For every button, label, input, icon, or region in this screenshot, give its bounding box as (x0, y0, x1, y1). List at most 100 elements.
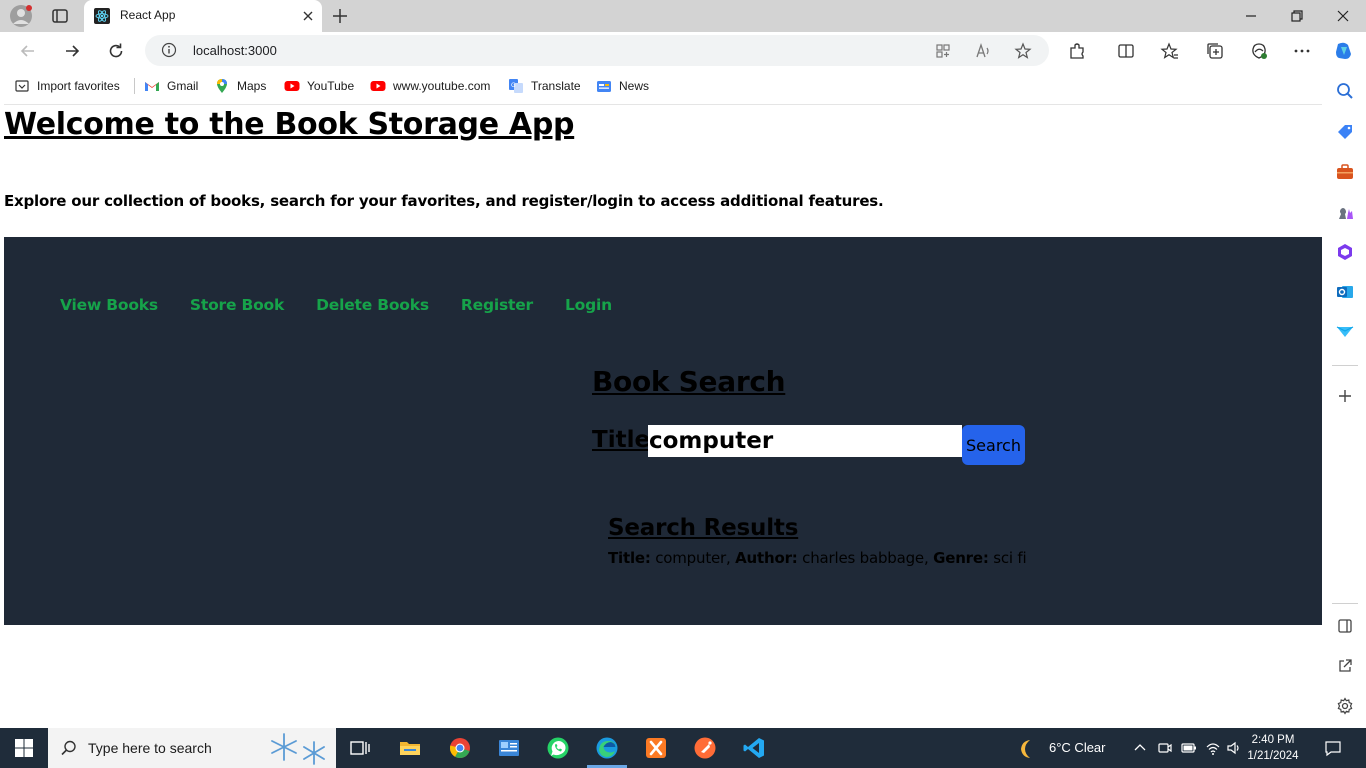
chevron-up-icon[interactable] (1132, 740, 1148, 756)
import-icon (15, 80, 29, 92)
nav-login[interactable]: Login (565, 296, 612, 314)
bookmark-gmail[interactable]: Gmail (144, 78, 198, 94)
bookmark-label: Maps (237, 79, 267, 93)
meet-now-icon[interactable] (1157, 740, 1173, 756)
nav-store-book[interactable]: Store Book (190, 296, 284, 314)
extensions-icon[interactable] (1067, 41, 1087, 61)
browser-toolbar: localhost:3000 (0, 32, 1366, 70)
clock-date: 1/21/2024 (1247, 750, 1299, 762)
bookmark-label: Gmail (167, 79, 199, 93)
nav-delete-books[interactable]: Delete Books (316, 296, 429, 314)
news-icon (597, 81, 611, 92)
collections-icon[interactable] (1205, 41, 1225, 61)
bookmark-label: News (619, 79, 650, 93)
wifi-icon[interactable] (1205, 740, 1221, 756)
volume-icon[interactable] (1226, 740, 1242, 756)
office-icon[interactable] (1335, 242, 1355, 262)
taskbar-search-placeholder: Type here to search (88, 740, 212, 756)
outlook-icon[interactable] (1335, 282, 1355, 302)
bookmark-translate[interactable]: G Translate (508, 78, 581, 94)
translate-icon: G (509, 79, 523, 93)
tab-actions-icon[interactable] (50, 6, 70, 26)
youtube-icon (370, 81, 386, 91)
refresh-icon[interactable] (106, 41, 126, 61)
bookmark-import-favorites[interactable]: Import favorites (14, 78, 120, 94)
gmail-icon (145, 82, 159, 91)
bookmark-youtube-com[interactable]: www.youtube.com (370, 78, 490, 94)
add-icon[interactable] (1335, 386, 1355, 406)
nav-register[interactable]: Register (461, 296, 533, 314)
active-tab[interactable]: React App (84, 0, 322, 32)
restore-icon[interactable] (1289, 8, 1305, 24)
task-view-icon[interactable] (348, 736, 372, 760)
shopping-tag-icon[interactable] (1335, 122, 1355, 142)
favorite-star-icon[interactable] (1014, 42, 1032, 60)
more-options-icon[interactable] (1292, 41, 1312, 61)
battery-icon[interactable] (1181, 740, 1197, 756)
bookmark-label: Translate (531, 79, 581, 93)
copilot-icon[interactable] (1333, 40, 1355, 62)
favorites-icon[interactable] (1160, 41, 1180, 61)
bookmark-youtube[interactable]: YouTube (284, 78, 354, 94)
snowflake-decoration-icon (271, 733, 325, 765)
youtube-icon (284, 81, 300, 91)
xampp-icon[interactable] (644, 736, 668, 760)
send-icon[interactable] (1335, 322, 1355, 342)
edge-icon[interactable] (595, 736, 619, 760)
profile-icon[interactable] (10, 5, 32, 27)
taskbar-search-box[interactable]: Type here to search (48, 728, 336, 768)
result-genre-label: Genre: (933, 549, 989, 567)
chrome-icon[interactable] (448, 736, 472, 760)
page-viewport: Welcome to the Book Storage App Explore … (4, 104, 1322, 724)
system-clock[interactable]: 2:40 PM 1/21/2024 (1246, 732, 1300, 764)
maps-icon (217, 79, 227, 93)
read-aloud-icon[interactable] (974, 42, 992, 60)
minimize-icon[interactable] (1243, 8, 1259, 24)
close-window-icon[interactable] (1335, 8, 1351, 24)
site-info-icon[interactable] (161, 42, 177, 58)
search-icon (61, 740, 76, 756)
edge-sidebar (1324, 70, 1366, 728)
clock-time: 2:40 PM (1251, 734, 1295, 746)
browser-tab-strip: React App (0, 0, 1366, 32)
book-search-heading: Book Search (592, 365, 786, 398)
bookmark-label: YouTube (307, 79, 355, 93)
news-app-icon[interactable] (497, 736, 521, 760)
browser-essentials-icon[interactable] (1249, 41, 1269, 61)
whatsapp-icon[interactable] (546, 736, 570, 760)
search-button[interactable]: Search (962, 425, 1025, 465)
app-available-icon[interactable] (934, 42, 952, 60)
result-author-label: Author: (735, 549, 798, 567)
search-results-heading: Search Results (608, 515, 799, 541)
back-icon[interactable] (18, 41, 38, 61)
moon-icon[interactable] (1016, 738, 1038, 760)
page-title: Welcome to the Book Storage App (4, 107, 575, 142)
windows-start-icon[interactable] (14, 738, 34, 758)
split-screen-icon[interactable] (1116, 41, 1136, 61)
address-bar[interactable]: localhost:3000 (145, 35, 1049, 66)
bookmark-news[interactable]: News (596, 78, 649, 94)
result-genre: sci fi (993, 549, 1027, 567)
new-tab-icon[interactable] (330, 6, 350, 26)
close-tab-icon[interactable] (300, 8, 316, 24)
settings-gear-icon[interactable] (1335, 696, 1355, 716)
postman-icon[interactable] (693, 736, 717, 760)
vscode-icon[interactable] (742, 736, 766, 760)
svg-text:G: G (511, 82, 516, 89)
bookmark-maps[interactable]: Maps (214, 78, 266, 94)
notification-icon[interactable] (1324, 739, 1342, 757)
result-title-label: Title: (608, 549, 651, 567)
external-link-icon[interactable] (1335, 656, 1355, 676)
tools-icon[interactable] (1335, 162, 1355, 182)
sidebar-toggle-icon[interactable] (1335, 616, 1355, 636)
forward-icon[interactable] (62, 41, 82, 61)
nav-view-books[interactable]: View Books (60, 296, 158, 314)
games-icon[interactable] (1335, 202, 1355, 222)
react-icon (94, 8, 110, 24)
bookmark-label: www.youtube.com (393, 79, 491, 93)
windows-taskbar: Type here to search 6°C Clear 2:40 PM 1/… (0, 728, 1366, 768)
title-search-input[interactable] (648, 425, 962, 457)
sidebar-divider (1332, 603, 1358, 604)
search-icon[interactable] (1335, 81, 1355, 101)
file-explorer-icon[interactable] (398, 736, 422, 760)
